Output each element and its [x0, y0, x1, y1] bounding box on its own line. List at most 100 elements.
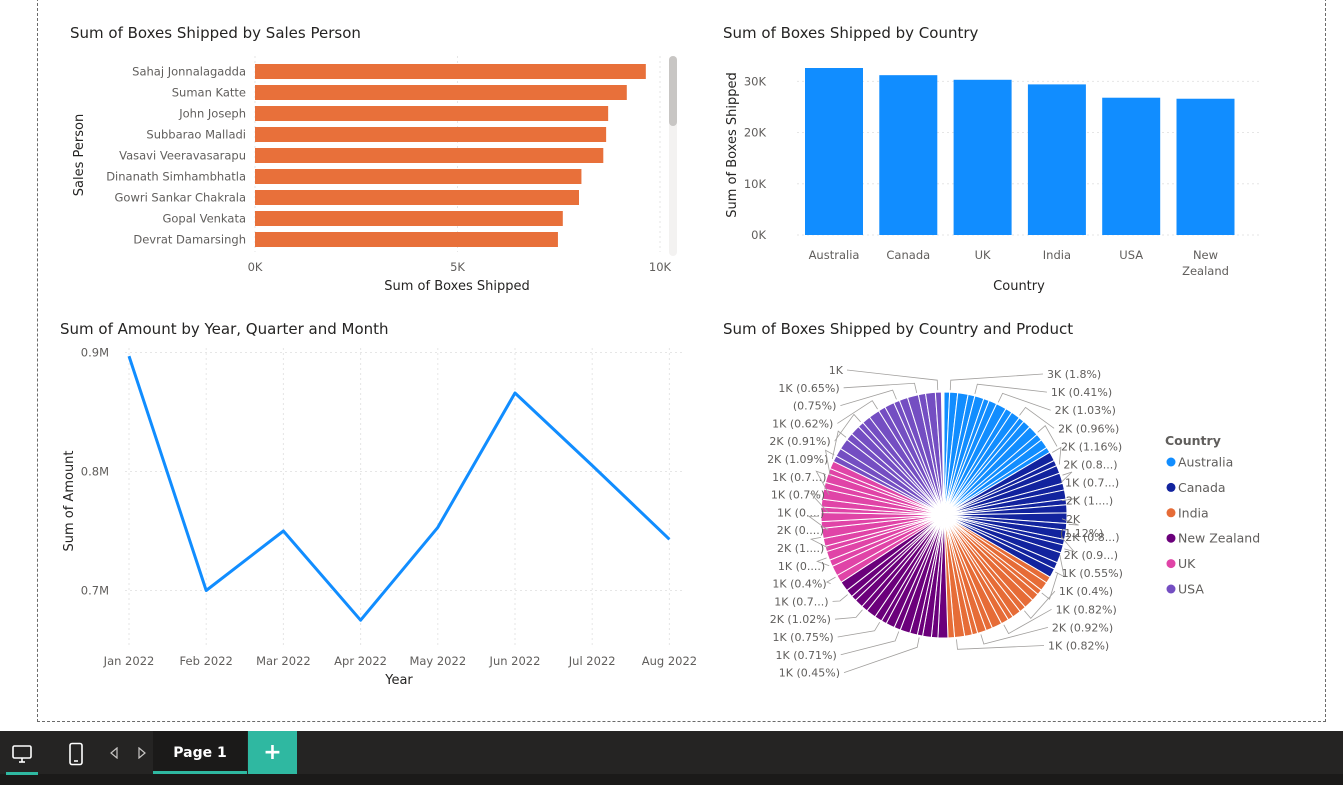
data-label: 1K (0.4%) [772, 578, 826, 591]
tab-page-1[interactable]: Page 1 [153, 731, 247, 774]
data-label: 2K (0.92%) [1052, 621, 1113, 634]
data-label: 1K (0.65%) [778, 382, 839, 395]
y-tick-label: 0K [751, 228, 766, 242]
x-tick-label: 0K [248, 260, 263, 274]
data-label: 2K (0.8...) [1063, 459, 1117, 472]
leader-line [956, 639, 1045, 650]
x-tick-label: India [1043, 248, 1071, 262]
bar-sahaj-jonnalagadda [255, 64, 646, 79]
mobile-view-icon [69, 742, 83, 766]
data-label: 1K (0.75%) [772, 631, 833, 644]
data-label: 1K (0....) [778, 560, 825, 573]
amount-line [127, 355, 671, 622]
leader-line [832, 594, 848, 602]
category-label: Vasavi Veeravasarapu [119, 149, 246, 163]
data-label: 2K (0....) [777, 524, 824, 537]
legend-marker [1166, 508, 1176, 518]
mobile-view-button[interactable] [62, 737, 90, 771]
leader-line [846, 369, 939, 391]
active-view-indicator [6, 772, 38, 775]
data-label: 2K (1.02%) [770, 613, 831, 626]
bar-vasavi-veeravasarapu [255, 148, 604, 163]
x-tick-label: Zealand [1182, 264, 1229, 278]
data-label: 1K (0.82%) [1056, 603, 1117, 616]
leader-line [949, 373, 1044, 391]
legend-item: Australia [1178, 455, 1233, 470]
data-label: 1K (0....) [777, 506, 824, 519]
salesperson-bar-chart: Sahaj Jonnalagadda Suman Katte John Joseph… [72, 56, 677, 294]
add-page-button[interactable]: + [248, 731, 297, 774]
x-tick-label: Canada [886, 248, 930, 262]
country-column-chart: 0K 10K 20K 30K Australia Canada UK India USA New Z… [725, 68, 1261, 294]
country-product-pie-chart: 3K (1.8%) 1K (0.41%) 2K (1.03%) 2K (0.96%) 2… [767, 364, 1260, 680]
category-label: Dinanath Simhambhatla [106, 170, 246, 184]
x-tick-label: Aug 2022 [642, 654, 697, 668]
legend-item: UK [1178, 556, 1196, 571]
category-label: Gopal Venkata [162, 212, 246, 226]
x-tick-label: 10K [649, 260, 672, 274]
data-label: 2K (0.8...) [1065, 531, 1119, 544]
desktop-view-button[interactable] [6, 737, 38, 775]
bar-gowri-sankar-chakrala [255, 190, 579, 205]
data-label: 2K (1....) [777, 542, 824, 555]
prev-page-button[interactable] [106, 743, 122, 763]
legend-title: Country [1165, 433, 1221, 448]
visual-boxes-by-country[interactable]: Sum of Boxes Shipped by Country 0K 10K 20K… [706, 18, 1296, 308]
leader-line [843, 637, 920, 673]
status-strip [0, 774, 1343, 785]
y-tick-label: 20K [744, 126, 767, 140]
data-label: 2K (0.96%) [1058, 422, 1119, 435]
bar-usa [1102, 97, 1161, 235]
visual-boxes-by-country-product[interactable]: Sum of Boxes Shipped by Country and Prod… [706, 314, 1306, 694]
leader-line [843, 382, 918, 394]
x-tick-label: May 2022 [409, 654, 466, 668]
prev-page-icon [110, 747, 118, 759]
data-label: 2K (0.91%) [769, 435, 830, 448]
data-label: 1K (0.7...) [1065, 477, 1119, 490]
y-axis-title: Sales Person [72, 114, 87, 196]
bar-devrat-damarsingh [255, 232, 558, 247]
legend-marker [1166, 482, 1176, 492]
legend-marker [1166, 457, 1176, 467]
data-label: 1K (0.4%) [1059, 585, 1113, 598]
legend-item: New Zealand [1178, 531, 1260, 546]
bar-india [1027, 84, 1086, 235]
x-tick-label: Apr 2022 [334, 654, 387, 668]
scrollbar-thumb[interactable] [669, 56, 677, 126]
data-label: 1K (0.62%) [772, 417, 833, 430]
x-tick-label: Australia [809, 248, 860, 262]
leader-line [825, 576, 836, 584]
desktop-view-icon [12, 745, 32, 763]
legend-marker [1166, 533, 1176, 543]
x-tick-label: Jan 2022 [103, 654, 155, 668]
visual-boxes-by-salesperson[interactable]: Sum of Boxes Shipped by Sales Person Sah… [52, 18, 692, 308]
data-label: 1K (0.45%) [779, 667, 840, 680]
category-label: John Joseph [178, 107, 246, 121]
x-axis-title: Year [384, 673, 413, 688]
visual-amount-by-date[interactable]: Sum of Amount by Year, Quarter and Month… [45, 314, 705, 694]
data-label: 3K (1.8%) [1047, 368, 1101, 381]
data-label: 2K (1....) [1066, 495, 1113, 508]
y-tick-label: 0.8M [81, 465, 109, 479]
data-label: 1K (0.82%) [1048, 640, 1109, 653]
category-label: Subbarao Malladi [146, 128, 246, 142]
x-tick-label: Jul 2022 [568, 654, 616, 668]
bar-gopal-venkata [255, 211, 563, 226]
data-label: 1K (0.7...) [772, 471, 826, 484]
x-axis-title: Country [993, 279, 1045, 294]
data-label: 1K (0.71%) [776, 649, 837, 662]
y-tick-label: 10K [744, 177, 767, 191]
bar-john-joseph [255, 106, 609, 121]
legend-item: USA [1178, 582, 1204, 597]
x-tick-label: USA [1119, 248, 1143, 262]
data-label: 2K (0.9...) [1064, 549, 1118, 562]
legend-marker [1166, 584, 1176, 594]
category-label: Sahaj Jonnalagadda [132, 65, 246, 79]
amount-line-chart: 0.7M 0.8M 0.9M Jan 2022 Feb 2022 Mar 2022 Apr … [62, 346, 697, 689]
tab-label: Page 1 [173, 744, 227, 761]
page-navigation-bar: Page 1 + [0, 731, 1343, 785]
legend-item: Canada [1178, 480, 1226, 495]
bar-canada [879, 75, 938, 235]
next-page-button[interactable] [134, 743, 150, 763]
y-tick-label: 0.9M [81, 346, 109, 360]
